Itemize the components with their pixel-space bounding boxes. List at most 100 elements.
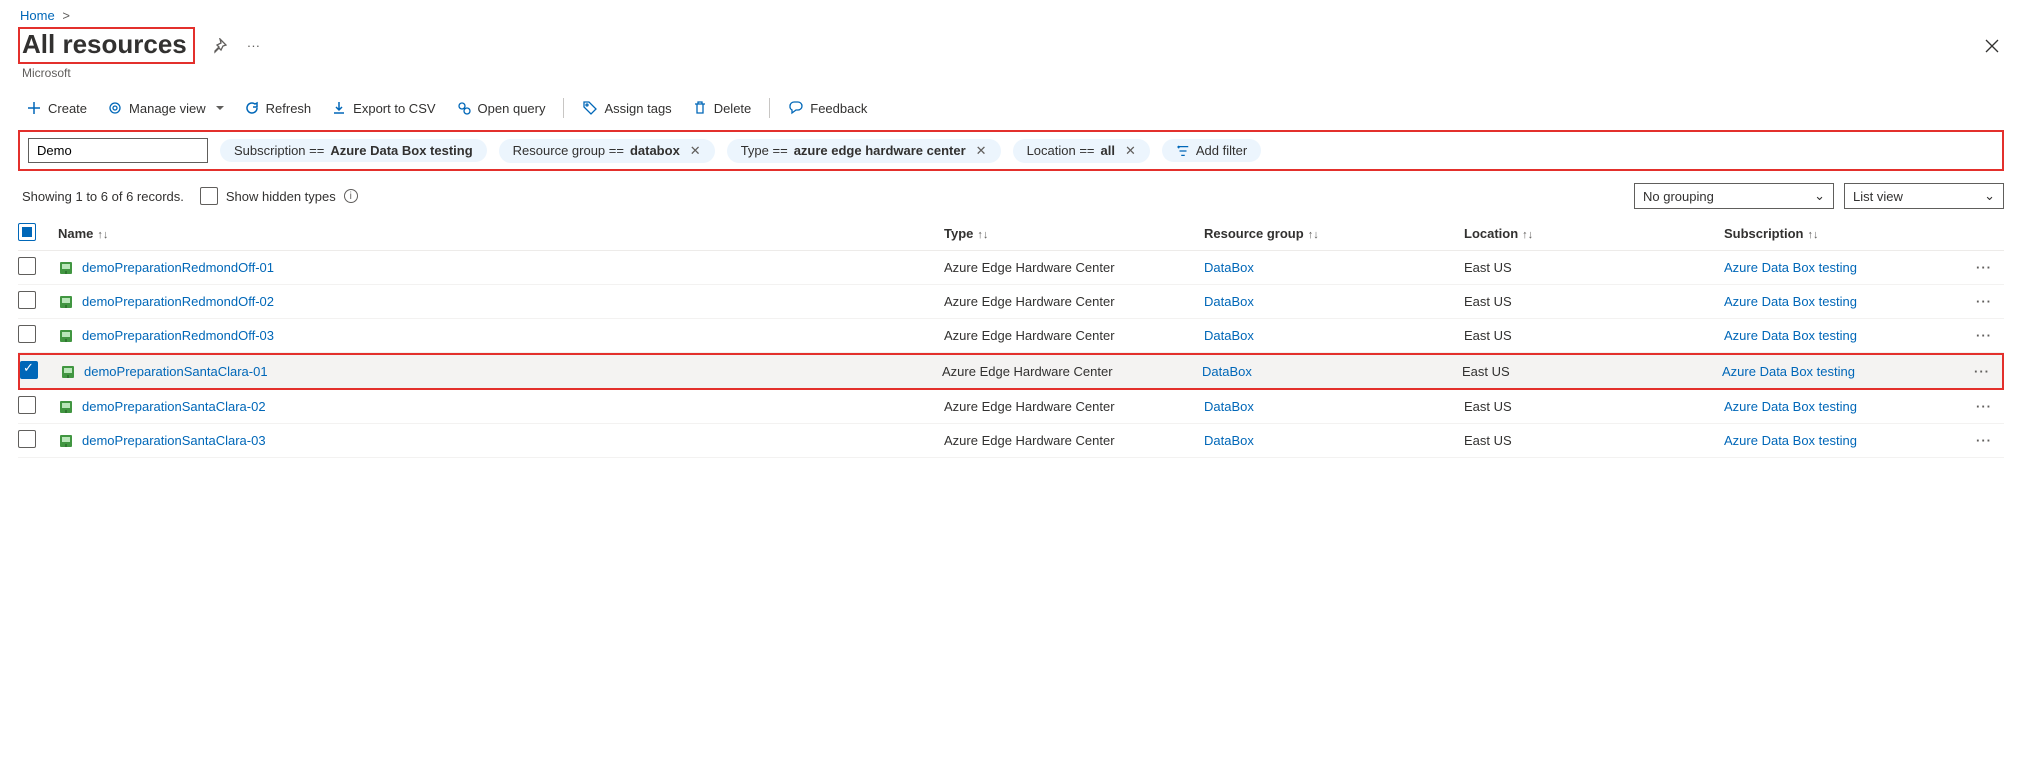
gear-icon (107, 100, 123, 116)
table-row[interactable]: demoPreparationRedmondOff-02Azure Edge H… (18, 285, 2004, 319)
pill-value: all (1101, 143, 1115, 158)
chevron-right-icon: > (62, 8, 70, 23)
cell-location: East US (1464, 294, 1724, 309)
column-resource-group[interactable]: Resource group↑↓ (1204, 226, 1464, 241)
grouping-select[interactable]: No grouping ⌄ (1634, 183, 1834, 209)
delete-button[interactable]: Delete (684, 96, 760, 120)
resource-group-link[interactable]: DataBox (1204, 433, 1254, 448)
resource-group-link[interactable]: DataBox (1204, 294, 1254, 309)
filter-bar-highlight: Subscription == Azure Data Box testing R… (18, 130, 2004, 171)
page-title: All resources (22, 29, 187, 60)
resource-icon (58, 328, 74, 344)
filter-pill-type[interactable]: Type == azure edge hardware center ✕ (727, 139, 1001, 163)
resource-name-link[interactable]: demoPreparationRedmondOff-02 (82, 294, 274, 309)
resource-group-link[interactable]: DataBox (1204, 399, 1254, 414)
subscription-link[interactable]: Azure Data Box testing (1724, 433, 1857, 448)
separator (769, 98, 770, 118)
row-more-button[interactable]: ··· (1964, 328, 2004, 343)
delete-label: Delete (714, 101, 752, 116)
more-menu-button[interactable]: ··· (243, 34, 264, 57)
filter-icon (1176, 144, 1190, 158)
table-row[interactable]: demoPreparationSantaClara-02 Azure Edge H… (18, 390, 2004, 424)
assign-tags-label: Assign tags (604, 101, 671, 116)
open-query-button[interactable]: Open query (448, 96, 554, 120)
column-name[interactable]: Name↑↓ (58, 226, 944, 241)
resource-icon (58, 399, 74, 415)
resource-name-link[interactable]: demoPreparationSantaClara-02 (82, 399, 266, 414)
trash-icon (692, 100, 708, 116)
add-filter-button[interactable]: Add filter (1162, 139, 1261, 162)
show-hidden-types-toggle[interactable]: Show hidden types i (200, 187, 358, 205)
resource-group-link[interactable]: DataBox (1204, 328, 1254, 343)
row-checkbox[interactable] (18, 396, 36, 414)
show-hidden-checkbox[interactable] (200, 187, 218, 205)
cell-type: Azure Edge Hardware Center (944, 433, 1204, 448)
row-more-button[interactable]: ··· (1962, 364, 2002, 379)
cell-location: East US (1462, 364, 1722, 379)
chevron-down-icon: ⌄ (1984, 188, 1995, 204)
open-query-label: Open query (478, 101, 546, 116)
show-hidden-label: Show hidden types (226, 189, 336, 204)
info-icon[interactable]: i (344, 189, 358, 203)
row-checkbox[interactable] (18, 291, 36, 309)
row-more-button[interactable]: ··· (1964, 260, 2004, 275)
breadcrumb-home[interactable]: Home (20, 8, 55, 23)
resource-grid: Name↑↓ Type↑↓ Resource group↑↓ Location↑… (18, 217, 2004, 458)
add-filter-label: Add filter (1196, 143, 1247, 158)
column-location[interactable]: Location↑↓ (1464, 226, 1724, 241)
subscription-link[interactable]: Azure Data Box testing (1724, 399, 1857, 414)
feedback-button[interactable]: Feedback (780, 96, 875, 120)
close-icon (1984, 38, 2000, 54)
create-button[interactable]: Create (18, 96, 95, 120)
more-icon: ··· (247, 38, 260, 53)
table-row[interactable]: demoPreparationSantaClara-03 Azure Edge H… (18, 424, 2004, 458)
remove-filter-icon[interactable]: ✕ (976, 143, 987, 159)
assign-tags-button[interactable]: Assign tags (574, 96, 679, 120)
row-more-button[interactable]: ··· (1964, 433, 2004, 448)
subscription-link[interactable]: Azure Data Box testing (1724, 294, 1857, 309)
row-checkbox[interactable] (18, 325, 36, 343)
page-title-highlight: All resources (18, 27, 195, 64)
resource-icon (58, 294, 74, 310)
export-csv-button[interactable]: Export to CSV (323, 96, 443, 120)
row-checkbox[interactable] (18, 430, 36, 448)
cell-type: Azure Edge Hardware Center (944, 399, 1204, 414)
search-input[interactable] (28, 138, 208, 163)
resource-group-link[interactable]: DataBox (1202, 364, 1252, 379)
pill-value: Azure Data Box testing (330, 143, 472, 158)
select-all-checkbox[interactable] (18, 223, 36, 241)
resource-name-link[interactable]: demoPreparationRedmondOff-03 (82, 328, 274, 343)
row-checkbox[interactable] (18, 257, 36, 275)
view-mode-value: List view (1853, 189, 1903, 204)
resource-icon (58, 260, 74, 276)
pin-button[interactable] (207, 34, 231, 58)
resource-name-link[interactable]: demoPreparationRedmondOff-01 (82, 260, 274, 275)
row-checkbox[interactable] (20, 361, 38, 379)
filter-pill-location[interactable]: Location == all ✕ (1013, 139, 1150, 163)
row-more-button[interactable]: ··· (1964, 294, 2004, 309)
refresh-button[interactable]: Refresh (236, 96, 320, 120)
subscription-link[interactable]: Azure Data Box testing (1724, 328, 1857, 343)
column-subscription[interactable]: Subscription↑↓ (1724, 226, 1964, 241)
table-row[interactable]: demoPreparationSantaClara-01Azure Edge H… (18, 353, 2004, 390)
tag-icon (582, 100, 598, 116)
filter-pill-resource-group[interactable]: Resource group == databox ✕ (499, 139, 715, 163)
remove-filter-icon[interactable]: ✕ (1125, 143, 1136, 159)
remove-filter-icon[interactable]: ✕ (690, 143, 701, 159)
table-row[interactable]: demoPreparationRedmondOff-03Azure Edge H… (18, 319, 2004, 353)
grid-header: Name↑↓ Type↑↓ Resource group↑↓ Location↑… (18, 217, 2004, 251)
subscription-link[interactable]: Azure Data Box testing (1724, 260, 1857, 275)
subscription-link[interactable]: Azure Data Box testing (1722, 364, 1855, 379)
close-button[interactable] (1980, 34, 2004, 58)
row-more-button[interactable]: ··· (1964, 399, 2004, 414)
column-type[interactable]: Type↑↓ (944, 226, 1204, 241)
view-mode-select[interactable]: List view ⌄ (1844, 183, 2004, 209)
resource-name-link[interactable]: demoPreparationSantaClara-01 (84, 364, 268, 379)
pill-value: azure edge hardware center (794, 143, 966, 158)
resource-group-link[interactable]: DataBox (1204, 260, 1254, 275)
manage-view-button[interactable]: Manage view (99, 96, 232, 120)
resource-name-link[interactable]: demoPreparationSantaClara-03 (82, 433, 266, 448)
cell-location: East US (1464, 433, 1724, 448)
table-row[interactable]: demoPreparationRedmondOff-01Azure Edge H… (18, 251, 2004, 285)
filter-pill-subscription[interactable]: Subscription == Azure Data Box testing (220, 139, 487, 162)
